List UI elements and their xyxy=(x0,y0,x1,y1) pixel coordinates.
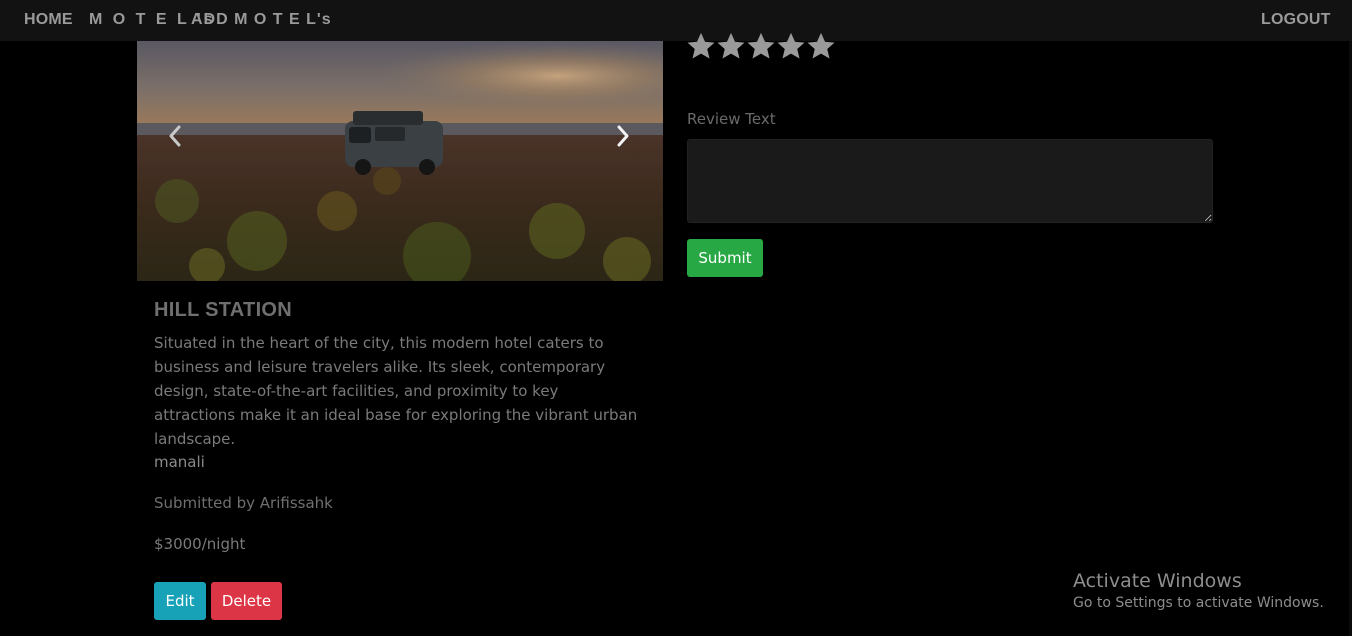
navbar: HOME M O T E L 's ADD M O T E L's LOGOUT xyxy=(0,0,1352,41)
chevron-left-icon xyxy=(169,125,181,147)
motel-photo xyxy=(137,41,663,281)
motel-location: manali xyxy=(154,453,205,471)
star-icon[interactable] xyxy=(776,31,806,61)
nav-home-link[interactable]: HOME xyxy=(24,11,73,29)
review-textarea[interactable] xyxy=(687,139,1213,223)
motel-price: $3000/night xyxy=(154,535,246,553)
star-icon[interactable] xyxy=(746,31,776,61)
review-text-label: Review Text xyxy=(687,110,776,128)
activate-windows-subtitle: Go to Settings to activate Windows. xyxy=(1073,595,1324,611)
carousel-prev-button[interactable] xyxy=(155,121,195,151)
edit-button[interactable]: Edit xyxy=(154,582,206,620)
star-rating[interactable] xyxy=(686,31,836,61)
activate-windows-title: Activate Windows xyxy=(1073,570,1242,592)
star-icon[interactable] xyxy=(806,31,836,61)
chevron-right-icon xyxy=(617,125,629,147)
motel-title: HILL STATION xyxy=(154,299,293,321)
nav-add-motels-link[interactable]: ADD M O T E L's xyxy=(191,11,332,29)
motel-description: Situated in the heart of the city, this … xyxy=(154,334,638,448)
motel-submitted-by: Submitted by Arifissahk xyxy=(154,494,333,512)
carousel-next-button[interactable] xyxy=(603,121,643,151)
nav-logout-link[interactable]: LOGOUT xyxy=(1261,11,1331,29)
star-icon[interactable] xyxy=(686,31,716,61)
delete-button[interactable]: Delete xyxy=(211,582,282,620)
image-carousel xyxy=(137,41,663,281)
submit-button[interactable]: Submit xyxy=(687,239,763,277)
star-icon[interactable] xyxy=(716,31,746,61)
